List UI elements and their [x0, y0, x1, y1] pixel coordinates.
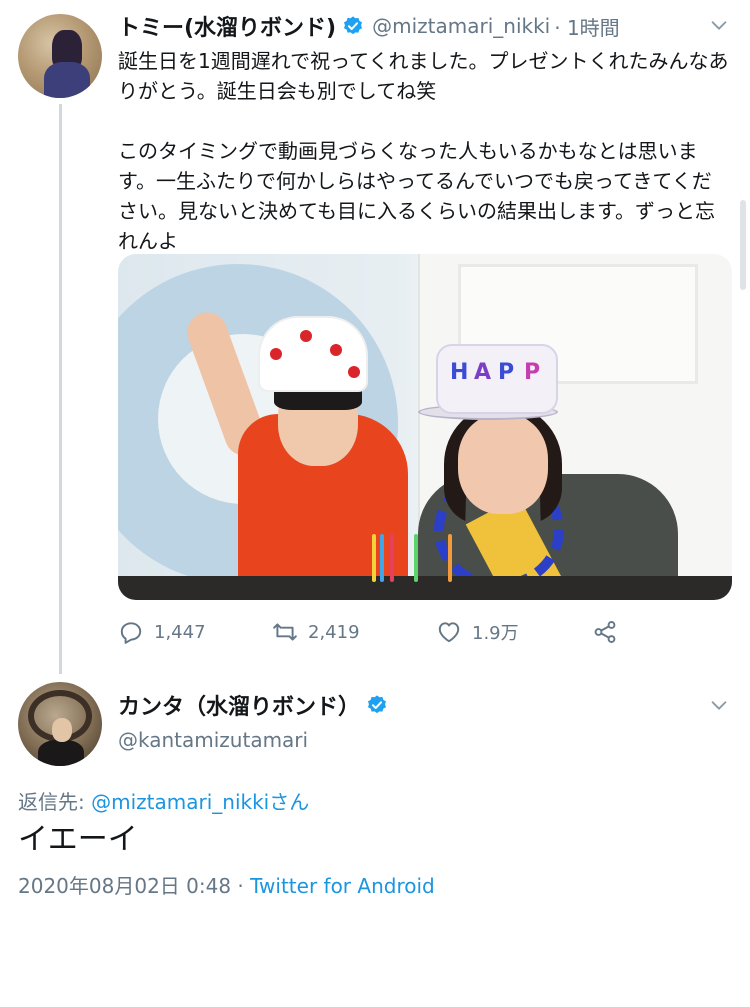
verified-badge-icon	[368, 695, 386, 714]
tweet-photo[interactable]: H A P P	[118, 254, 732, 600]
photo-candle	[372, 534, 376, 582]
like-button[interactable]: 1.9万	[436, 614, 519, 650]
like-count: 1.9万	[472, 623, 519, 644]
reply-to-prefix: 返信先:	[18, 790, 92, 814]
photo-birthday-hat: H A P P	[436, 344, 558, 414]
reply-icon	[120, 622, 142, 644]
tweet-header: トミー(水溜りボンド) @miztamari_nikki · 1時間	[118, 10, 620, 42]
display-name[interactable]: トミー(水溜りボンド)	[118, 10, 336, 42]
share-button[interactable]	[592, 614, 618, 650]
tweet-text: イエーイ	[18, 822, 138, 857]
photo-table	[118, 576, 732, 600]
tweet-time[interactable]: · 1時間	[554, 12, 619, 41]
retweet-icon	[273, 623, 297, 641]
photo-candle	[414, 534, 418, 582]
like-icon	[438, 622, 460, 643]
photo-candle	[390, 534, 394, 582]
verified-badge-icon	[344, 16, 363, 35]
share-icon	[594, 621, 616, 643]
reply-to-handle-link[interactable]: @miztamari_nikki	[91, 790, 269, 814]
photo-face-right	[458, 414, 548, 514]
reply-to-suffix: さん	[269, 790, 310, 814]
avatar-figure-body	[44, 62, 90, 98]
reply-to-line: 返信先: @miztamari_nikkiさん	[18, 786, 309, 815]
photo-cake-hat	[258, 316, 368, 392]
reply-button[interactable]: 1,447	[118, 614, 206, 650]
tweet2-header: カンタ（水溜りボンド）	[118, 688, 388, 722]
retweet-count: 2,419	[308, 621, 360, 643]
tweet-timestamp: 2020年08月02日 0:48 ·	[18, 874, 251, 898]
avatar-tommy[interactable]	[18, 14, 102, 98]
tweet-source-link[interactable]: Twitter for Android	[250, 874, 435, 898]
chevron-down-icon[interactable]	[708, 694, 730, 716]
user-handle[interactable]: @miztamari_nikki	[372, 14, 550, 38]
avatar-kanta[interactable]	[18, 682, 102, 766]
avatar-figure-face	[52, 718, 72, 742]
tweet-text: 誕生日を1週間遅れで祝ってくれました。プレゼントくれたみんなありがとう。誕生日会…	[118, 49, 729, 253]
user-handle[interactable]: @kantamizutamari	[118, 728, 308, 752]
photo-candle	[380, 534, 384, 582]
tweet-actions: 1,447 2,419 1.9万	[118, 614, 678, 650]
reply-count: 1,447	[154, 621, 206, 643]
tweet-meta: 2020年08月02日 0:48 · Twitter for Android	[18, 870, 435, 899]
display-name[interactable]: カンタ（水溜りボンド）	[118, 689, 360, 721]
chevron-down-icon[interactable]	[708, 14, 730, 36]
photo-candle	[448, 534, 452, 582]
retweet-button[interactable]: 2,419	[272, 614, 360, 650]
scrollbar[interactable]	[740, 200, 746, 290]
avatar-figure-body	[38, 740, 84, 766]
tweet-tommy[interactable]: トミー(水溜りボンド) @miztamari_nikki · 1時間 誕生日を1…	[0, 0, 750, 670]
